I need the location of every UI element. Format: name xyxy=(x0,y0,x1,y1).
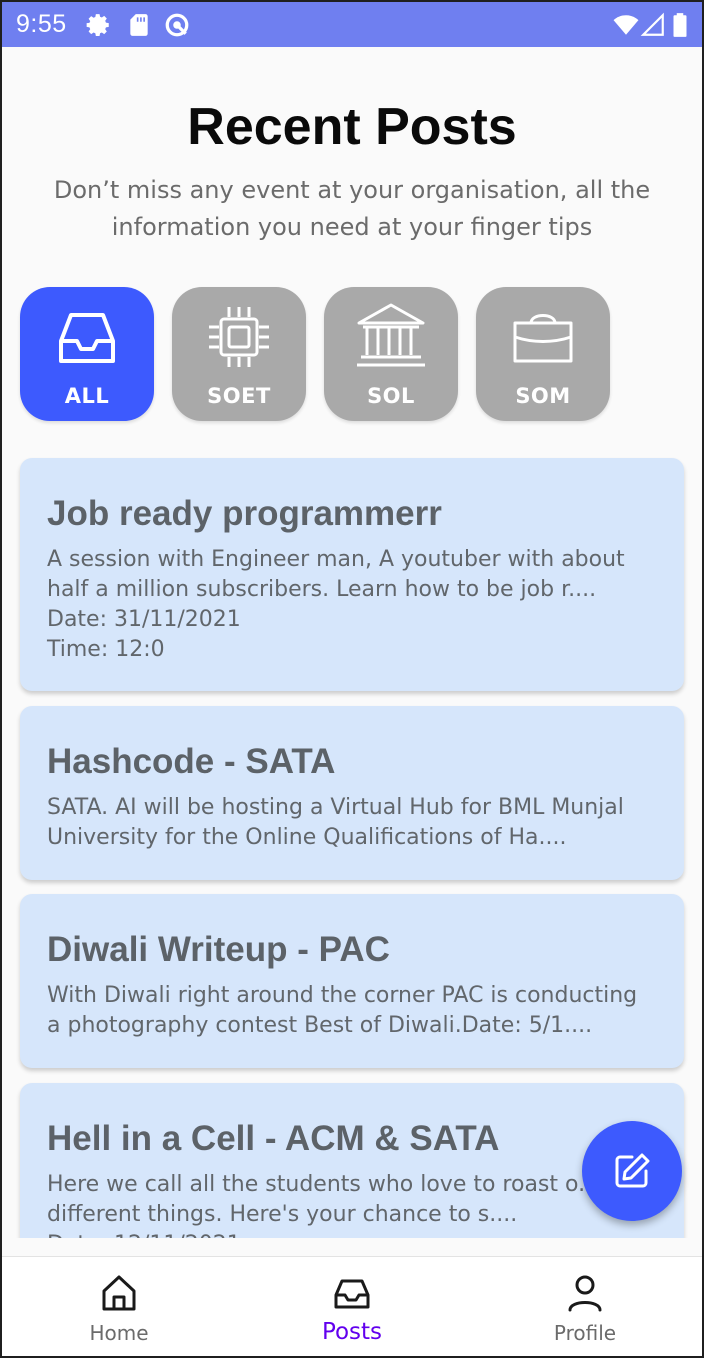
nav-item-posts[interactable]: Posts xyxy=(252,1257,452,1356)
bottom-navigation: Home Posts Profile xyxy=(2,1256,702,1356)
sync-icon xyxy=(165,13,189,37)
sd-card-icon xyxy=(130,14,148,36)
post-date: Date: 12/11/2021 xyxy=(47,1230,657,1238)
battery-icon xyxy=(673,13,687,37)
post-list[interactable]: Job ready programmerr A session with Eng… xyxy=(2,442,702,1238)
post-description: Here we call all the students who love t… xyxy=(47,1172,648,1227)
home-icon xyxy=(102,1275,136,1311)
post-card[interactable]: Diwali Writeup - PAC With Diwali right a… xyxy=(20,894,684,1068)
edit-icon xyxy=(615,1153,650,1188)
category-label: SOL xyxy=(367,384,415,408)
post-card[interactable]: Hashcode - SATA SATA. AI will be hosting… xyxy=(20,706,684,880)
post-description: SATA. AI will be hosting a Virtual Hub f… xyxy=(47,795,624,850)
category-label: SOM xyxy=(515,384,571,408)
inbox-icon xyxy=(59,313,115,363)
nav-label: Profile xyxy=(553,1321,617,1345)
category-soet-button[interactable]: SOET xyxy=(172,287,306,421)
nav-label: Home xyxy=(89,1321,149,1345)
post-title: Job ready programmerr xyxy=(47,494,442,533)
briefcase-icon xyxy=(513,314,573,363)
nav-item-home[interactable]: Home xyxy=(19,1257,219,1356)
nav-item-profile[interactable]: Profile xyxy=(485,1257,685,1356)
person-icon xyxy=(568,1275,602,1312)
create-post-button[interactable] xyxy=(582,1121,682,1221)
post-description: With Diwali right around the corner PAC … xyxy=(47,983,638,1038)
category-label: ALL xyxy=(64,384,110,408)
bank-icon xyxy=(357,303,425,367)
category-label: SOET xyxy=(207,384,271,408)
status-bar: 9:55 xyxy=(2,2,702,47)
inbox-icon xyxy=(334,1279,370,1309)
category-sol-button[interactable]: SOL xyxy=(324,287,458,421)
app-screen: 9:55 Recent Posts Don’t miss any event a… xyxy=(2,2,702,1356)
post-title: Diwali Writeup - PAC xyxy=(47,930,390,969)
page-subtitle: Don’t miss any event at your organisatio… xyxy=(53,176,651,241)
post-card[interactable]: Job ready programmerr A session with Eng… xyxy=(20,458,684,691)
category-all-button[interactable]: ALL xyxy=(20,287,154,421)
post-time: Time: 12:0 xyxy=(47,637,165,662)
status-time: 9:55 xyxy=(16,10,67,38)
post-description: A session with Engineer man, A youtuber … xyxy=(47,547,625,602)
chip-icon xyxy=(209,307,269,367)
post-title: Hashcode - SATA xyxy=(47,742,336,781)
post-title: Hell in a Cell - ACM & SATA xyxy=(47,1119,500,1158)
wifi-icon xyxy=(613,15,639,35)
signal-icon xyxy=(640,12,664,36)
category-som-button[interactable]: SOM xyxy=(476,287,610,421)
page-title: Recent Posts xyxy=(187,98,517,156)
nav-label: Posts xyxy=(321,1319,383,1345)
gear-icon xyxy=(86,14,109,37)
post-date: Date: 31/11/2021 xyxy=(47,607,241,632)
